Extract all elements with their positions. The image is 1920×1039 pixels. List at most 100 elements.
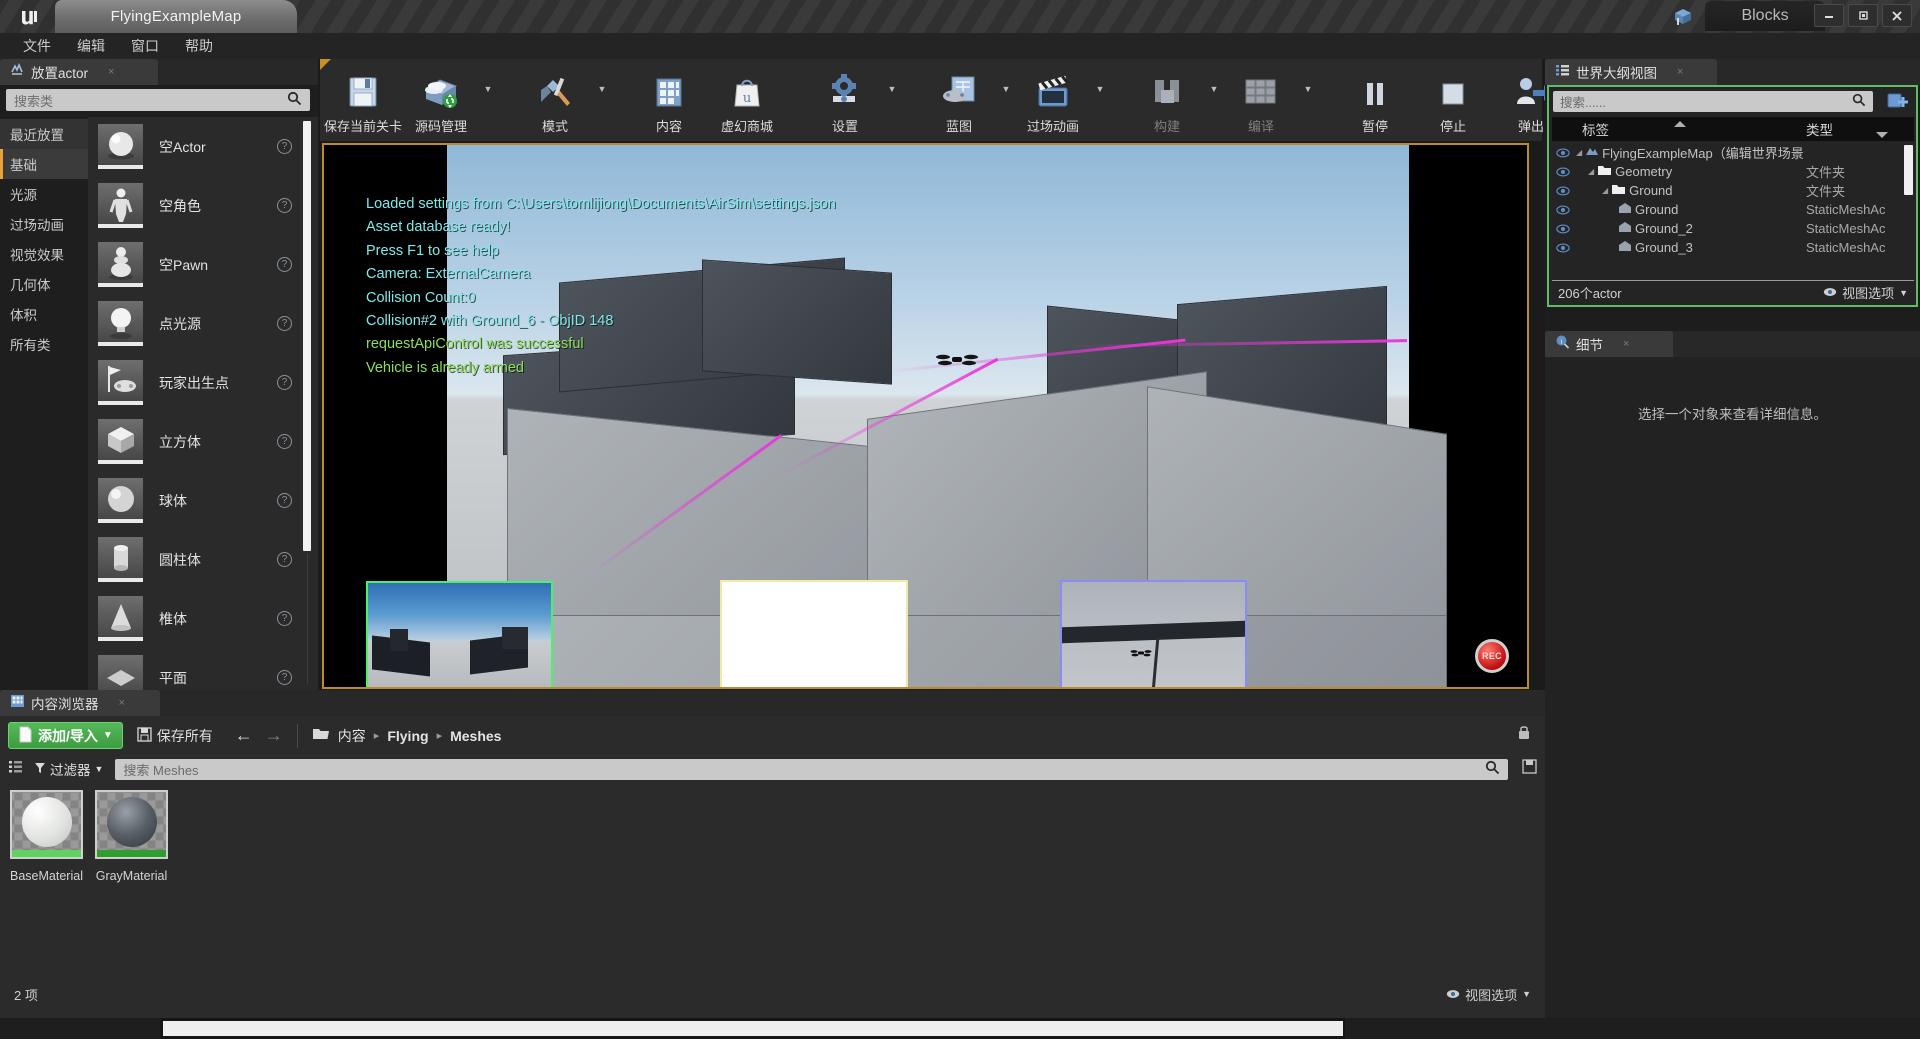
help-icon[interactable]: ? bbox=[277, 257, 292, 272]
close-button[interactable] bbox=[1882, 4, 1912, 27]
add-import-button[interactable]: 添加/导入 ▼ bbox=[8, 722, 123, 749]
chevron-down-icon[interactable]: ▼ bbox=[884, 59, 900, 119]
list-item[interactable]: 球体 ? bbox=[88, 471, 318, 530]
back-arrow-icon[interactable]: ← bbox=[235, 725, 253, 746]
close-icon[interactable]: × bbox=[119, 697, 125, 709]
chevron-down-icon[interactable]: ▼ bbox=[1206, 59, 1222, 119]
expand-arrow-icon[interactable]: ◢ bbox=[1576, 148, 1582, 157]
help-icon[interactable]: ? bbox=[277, 434, 292, 449]
save-search-icon[interactable] bbox=[1522, 759, 1537, 779]
help-icon[interactable]: ? bbox=[277, 375, 292, 390]
asset-item[interactable]: GrayMaterial bbox=[95, 790, 168, 883]
place-actors-scrollbar[interactable] bbox=[303, 121, 311, 551]
outliner-scrollbar[interactable] bbox=[1904, 145, 1913, 195]
help-icon[interactable]: ? bbox=[277, 198, 292, 213]
chevron-down-icon[interactable]: ▼ bbox=[1300, 59, 1316, 119]
maximize-button[interactable] bbox=[1848, 4, 1878, 27]
category-lights[interactable]: 光源 bbox=[0, 179, 88, 209]
scrollbar-track-right[interactable] bbox=[1345, 1018, 1920, 1039]
list-item[interactable]: 立方体 ? bbox=[88, 412, 318, 471]
visibility-eye-icon[interactable] bbox=[1552, 204, 1574, 215]
category-basic[interactable]: 基础 bbox=[0, 149, 88, 179]
scrollbar-thumb[interactable] bbox=[163, 1021, 1343, 1036]
visibility-eye-icon[interactable] bbox=[1552, 223, 1574, 234]
chevron-down-icon[interactable]: ▼ bbox=[998, 59, 1014, 119]
pause-button[interactable]: 暂停 bbox=[1336, 59, 1414, 141]
list-item[interactable]: 圆柱体 ? bbox=[88, 530, 318, 589]
marketplace-button[interactable]: u 虚幻商城 bbox=[708, 59, 786, 141]
stop-button[interactable]: 停止 bbox=[1414, 59, 1492, 141]
category-recent[interactable]: 最近放置 bbox=[0, 119, 88, 149]
visibility-eye-icon[interactable] bbox=[1552, 242, 1574, 253]
help-icon[interactable]: ? bbox=[277, 316, 292, 331]
level-viewport[interactable]: Loaded settings from C:\Users\tomlijiong… bbox=[322, 143, 1529, 689]
menu-item-help[interactable]: 帮助 bbox=[172, 33, 226, 59]
minimize-button[interactable] bbox=[1814, 4, 1844, 27]
outliner-type-column[interactable]: 类型 bbox=[1806, 119, 1914, 139]
asset-thumbnail[interactable] bbox=[10, 790, 83, 859]
help-icon[interactable]: ? bbox=[277, 611, 292, 626]
place-actors-scrollbar-track[interactable] bbox=[307, 554, 308, 684]
content-button[interactable]: 内容 bbox=[630, 59, 708, 141]
breadcrumb-item-content[interactable]: 内容 bbox=[338, 726, 366, 746]
add-actor-button[interactable] bbox=[1886, 91, 1910, 112]
project-tab[interactable]: Blocks bbox=[1705, 1, 1825, 31]
category-geometry[interactable]: 几何体 bbox=[0, 269, 88, 299]
save-current-level-button[interactable]: 保存当前关卡 bbox=[324, 59, 402, 141]
category-all-classes[interactable]: 所有类 bbox=[0, 329, 88, 359]
asset-item[interactable]: BaseMaterial bbox=[10, 790, 83, 883]
content-search-input[interactable]: 搜索 Meshes bbox=[115, 758, 1508, 780]
outliner-view-options-button[interactable]: 视图选项 ▼ bbox=[1823, 283, 1908, 302]
menu-item-edit[interactable]: 编辑 bbox=[64, 33, 118, 59]
breadcrumb-item-meshes[interactable]: Meshes bbox=[450, 728, 501, 744]
visibility-eye-icon[interactable] bbox=[1552, 147, 1574, 158]
close-icon[interactable]: × bbox=[108, 66, 114, 78]
sources-toggle-icon[interactable] bbox=[8, 759, 26, 780]
world-outliner-tab[interactable]: 世界大纲视图 × bbox=[1545, 59, 1717, 85]
modes-button[interactable]: 模式 bbox=[516, 59, 594, 141]
list-item[interactable]: 空Pawn ? bbox=[88, 235, 318, 294]
save-all-button[interactable]: 保存所有 bbox=[137, 726, 213, 746]
category-cinematic[interactable]: 过场动画 bbox=[0, 209, 88, 239]
actor-list[interactable]: 空Actor ? 空角色 ? 空Pawn ? 点光源 ? 玩家出生点 ? 立方体… bbox=[88, 117, 318, 690]
asset-thumbnail[interactable] bbox=[95, 790, 168, 859]
outliner-search-input[interactable]: 搜索...... bbox=[1553, 91, 1873, 112]
list-item[interactable]: 空角色 ? bbox=[88, 176, 318, 235]
chevron-down-icon[interactable]: ▼ bbox=[594, 59, 610, 119]
filter-button[interactable]: 过滤器 ▼ bbox=[34, 759, 103, 779]
blueprints-button[interactable]: 蓝图 bbox=[920, 59, 998, 141]
list-item[interactable]: 平面 ? bbox=[88, 648, 318, 690]
menu-item-file[interactable]: 文件 bbox=[10, 33, 64, 59]
forward-arrow-icon[interactable]: → bbox=[265, 725, 283, 746]
category-visual-effects[interactable]: 视觉效果 bbox=[0, 239, 88, 269]
close-icon[interactable]: × bbox=[1623, 338, 1629, 350]
record-button[interactable]: REC bbox=[1475, 639, 1509, 673]
content-view-options-button[interactable]: 视图选项 ▼ bbox=[1446, 985, 1531, 1004]
visibility-eye-icon[interactable] bbox=[1552, 166, 1574, 177]
outliner-label-column[interactable]: 标签 bbox=[1574, 119, 1806, 139]
settings-button[interactable]: 设置 bbox=[806, 59, 884, 141]
chevron-down-icon[interactable]: ▼ bbox=[480, 59, 496, 119]
table-row[interactable]: Ground_2 StaticMeshAc bbox=[1552, 219, 1914, 238]
help-icon[interactable]: ? bbox=[277, 670, 292, 685]
help-icon[interactable]: ? bbox=[277, 139, 292, 154]
help-icon[interactable]: ? bbox=[277, 493, 292, 508]
list-item[interactable]: 玩家出生点 ? bbox=[88, 353, 318, 412]
place-actors-search-input[interactable]: 搜索类 bbox=[6, 89, 310, 111]
list-item[interactable]: 点光源 ? bbox=[88, 294, 318, 353]
visibility-eye-icon[interactable] bbox=[1552, 185, 1574, 196]
help-icon[interactable]: ? bbox=[277, 552, 292, 567]
chevron-down-icon[interactable]: ▼ bbox=[1092, 59, 1108, 119]
source-control-button[interactable]: 源码管理 bbox=[402, 59, 480, 141]
compile-button[interactable]: 编译 bbox=[1222, 59, 1300, 141]
menu-item-window[interactable]: 窗口 bbox=[118, 33, 172, 59]
content-browser-tab[interactable]: 内容浏览器 × bbox=[0, 690, 160, 716]
lock-icon[interactable] bbox=[1517, 724, 1531, 745]
table-row[interactable]: Ground_3 StaticMeshAc bbox=[1552, 238, 1914, 257]
map-tab[interactable]: FlyingExampleMap bbox=[55, 0, 297, 33]
table-row[interactable]: ◢ Geometry 文件夹 bbox=[1552, 162, 1914, 181]
expand-arrow-icon[interactable]: ◢ bbox=[1588, 167, 1594, 176]
build-button[interactable]: 构建 bbox=[1128, 59, 1206, 141]
list-item[interactable]: 空Actor ? bbox=[88, 117, 318, 176]
breadcrumb-item-flying[interactable]: Flying bbox=[387, 728, 428, 744]
